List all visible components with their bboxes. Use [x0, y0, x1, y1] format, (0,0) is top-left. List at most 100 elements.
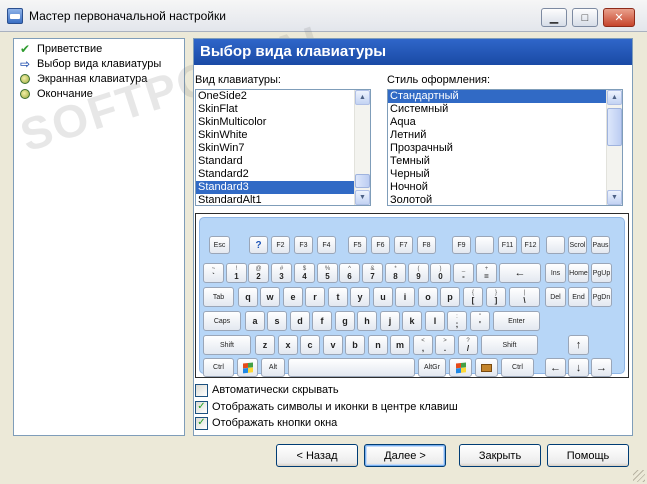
key-y[interactable]: y: [350, 287, 370, 307]
key-g[interactable]: g: [335, 311, 355, 331]
key-p[interactable]: p: [440, 287, 460, 307]
list-item[interactable]: Системный: [388, 103, 622, 116]
key-n[interactable]: n: [368, 335, 388, 355]
key-u[interactable]: u: [373, 287, 393, 307]
list-item[interactable]: SkinFlat: [196, 103, 370, 116]
key-help[interactable]: ? /: [458, 335, 478, 355]
list-item[interactable]: Темный: [388, 155, 622, 168]
key-alt[interactable]: Alt: [261, 358, 285, 377]
resize-grip[interactable]: [633, 470, 645, 482]
back-button[interactable]: < Назад: [276, 444, 358, 467]
key-ctrl[interactable]: Ctrl: [203, 358, 234, 377]
key-7[interactable]: & 7: [362, 263, 383, 283]
key-.[interactable]: >.: [435, 335, 455, 355]
next-button[interactable]: Далее >: [364, 444, 446, 467]
key-esc[interactable]: Esc: [209, 236, 230, 254]
key--[interactable]: _ -: [453, 263, 474, 283]
key-pause[interactable]: Paus: [591, 236, 610, 254]
key-caps-lock[interactable]: Caps: [203, 311, 241, 331]
key-backspace[interactable]: ←: [499, 263, 541, 283]
list-item[interactable]: StandardAlt1: [196, 194, 370, 205]
key-f7[interactable]: F7: [394, 236, 413, 254]
checkbox[interactable]: ✓: [195, 416, 208, 430]
key-e[interactable]: e: [283, 287, 303, 307]
key-f4[interactable]: F4: [317, 236, 336, 254]
key-2[interactable]: @2: [248, 263, 269, 283]
list-item[interactable]: Летний: [388, 129, 622, 142]
key-home[interactable]: Home: [568, 263, 589, 283]
key-w[interactable]: w: [260, 287, 280, 307]
list-item[interactable]: Standard: [196, 155, 370, 168]
scroll-up-button[interactable]: ▲: [607, 90, 622, 105]
key-3[interactable]: #3: [271, 263, 292, 283]
key-space[interactable]: [288, 358, 415, 377]
close-button[interactable]: ✕: [603, 8, 635, 27]
style-list-scrollbar[interactable]: ▲ ▼: [606, 90, 622, 205]
list-item[interactable]: Золотой: [388, 194, 622, 205]
key-menu[interactable]: [475, 358, 498, 377]
key-=[interactable]: + =: [476, 263, 497, 283]
key-i[interactable]: i: [395, 287, 415, 307]
key-page-up[interactable]: PgUp: [591, 263, 612, 283]
key-page-down[interactable]: PgDn: [591, 287, 612, 307]
key-9[interactable]: (9: [408, 263, 429, 283]
key-[[interactable]: {[: [463, 287, 483, 307]
key-f8[interactable]: F8: [417, 236, 436, 254]
key-end[interactable]: End: [568, 287, 589, 307]
key-o[interactable]: o: [418, 287, 438, 307]
key-tab[interactable]: Tab: [203, 287, 234, 307]
key-m[interactable]: m: [390, 335, 410, 355]
key-shift[interactable]: Shift: [203, 335, 251, 355]
list-item[interactable]: Standard2: [196, 168, 370, 181]
key-r[interactable]: r: [305, 287, 325, 307]
minimize-button[interactable]: ▁: [541, 8, 567, 27]
key-f2[interactable]: F2: [271, 236, 290, 254]
key-down[interactable]: ↓: [568, 358, 589, 377]
scroll-up-button[interactable]: ▲: [355, 90, 370, 105]
key-4[interactable]: $4: [294, 263, 315, 283]
scroll-down-button[interactable]: ▼: [355, 190, 370, 205]
list-item[interactable]: OneSide2: [196, 90, 370, 103]
key-5[interactable]: % 5: [317, 263, 338, 283]
key-c[interactable]: c: [300, 335, 320, 355]
key-l[interactable]: l: [425, 311, 445, 331]
close-wizard-button[interactable]: Закрыть: [459, 444, 541, 467]
key-d[interactable]: d: [290, 311, 310, 331]
key-f6[interactable]: F6: [371, 236, 390, 254]
style-list[interactable]: Стандартный Системный Aqua Летний Прозра…: [387, 89, 623, 206]
key-,[interactable]: <,: [413, 335, 433, 355]
key-f5[interactable]: F5: [348, 236, 367, 254]
key-f12[interactable]: F12: [521, 236, 540, 254]
key-print-screen[interactable]: [546, 236, 565, 254]
key-t[interactable]: t: [328, 287, 348, 307]
keyboard-list-scrollbar[interactable]: ▲ ▼: [354, 90, 370, 205]
key-delete[interactable]: Del: [545, 287, 566, 307]
scroll-thumb[interactable]: [355, 174, 370, 188]
key-left[interactable]: ←: [545, 358, 566, 377]
key-8[interactable]: * 8: [385, 263, 406, 283]
key-scroll-lock[interactable]: Scrol: [568, 236, 587, 254]
list-item[interactable]: Черный: [388, 168, 622, 181]
list-item-selected[interactable]: Standard3: [196, 181, 370, 194]
key-help[interactable]: ?: [249, 236, 268, 254]
key-a[interactable]: a: [245, 311, 265, 331]
keyboard-type-list[interactable]: OneSide2 SkinFlat SkinMulticolor SkinWhi…: [195, 89, 371, 206]
key-\[interactable]: | \: [509, 287, 540, 307]
key-q[interactable]: q: [238, 287, 258, 307]
list-item[interactable]: SkinWhite: [196, 129, 370, 142]
checkbox[interactable]: [195, 383, 208, 397]
key-][interactable]: }]: [486, 287, 506, 307]
list-item-selected[interactable]: Стандартный: [388, 90, 622, 103]
key-0[interactable]: ) 0: [430, 263, 451, 283]
key-j[interactable]: j: [380, 311, 400, 331]
list-item[interactable]: Aqua: [388, 116, 622, 129]
option-center-symbols[interactable]: ✓ Отображать символы и иконки в центре к…: [195, 400, 458, 414]
key-up[interactable]: ↑: [568, 335, 589, 355]
key-b[interactable]: b: [345, 335, 365, 355]
maximize-button[interactable]: □: [572, 8, 598, 27]
key-windows[interactable]: [449, 358, 472, 377]
list-item[interactable]: SkinWin7: [196, 142, 370, 155]
key-altgr[interactable]: AltGr: [418, 358, 446, 377]
scroll-down-button[interactable]: ▼: [607, 190, 622, 205]
option-auto-hide[interactable]: Автоматически скрывать: [195, 383, 339, 397]
